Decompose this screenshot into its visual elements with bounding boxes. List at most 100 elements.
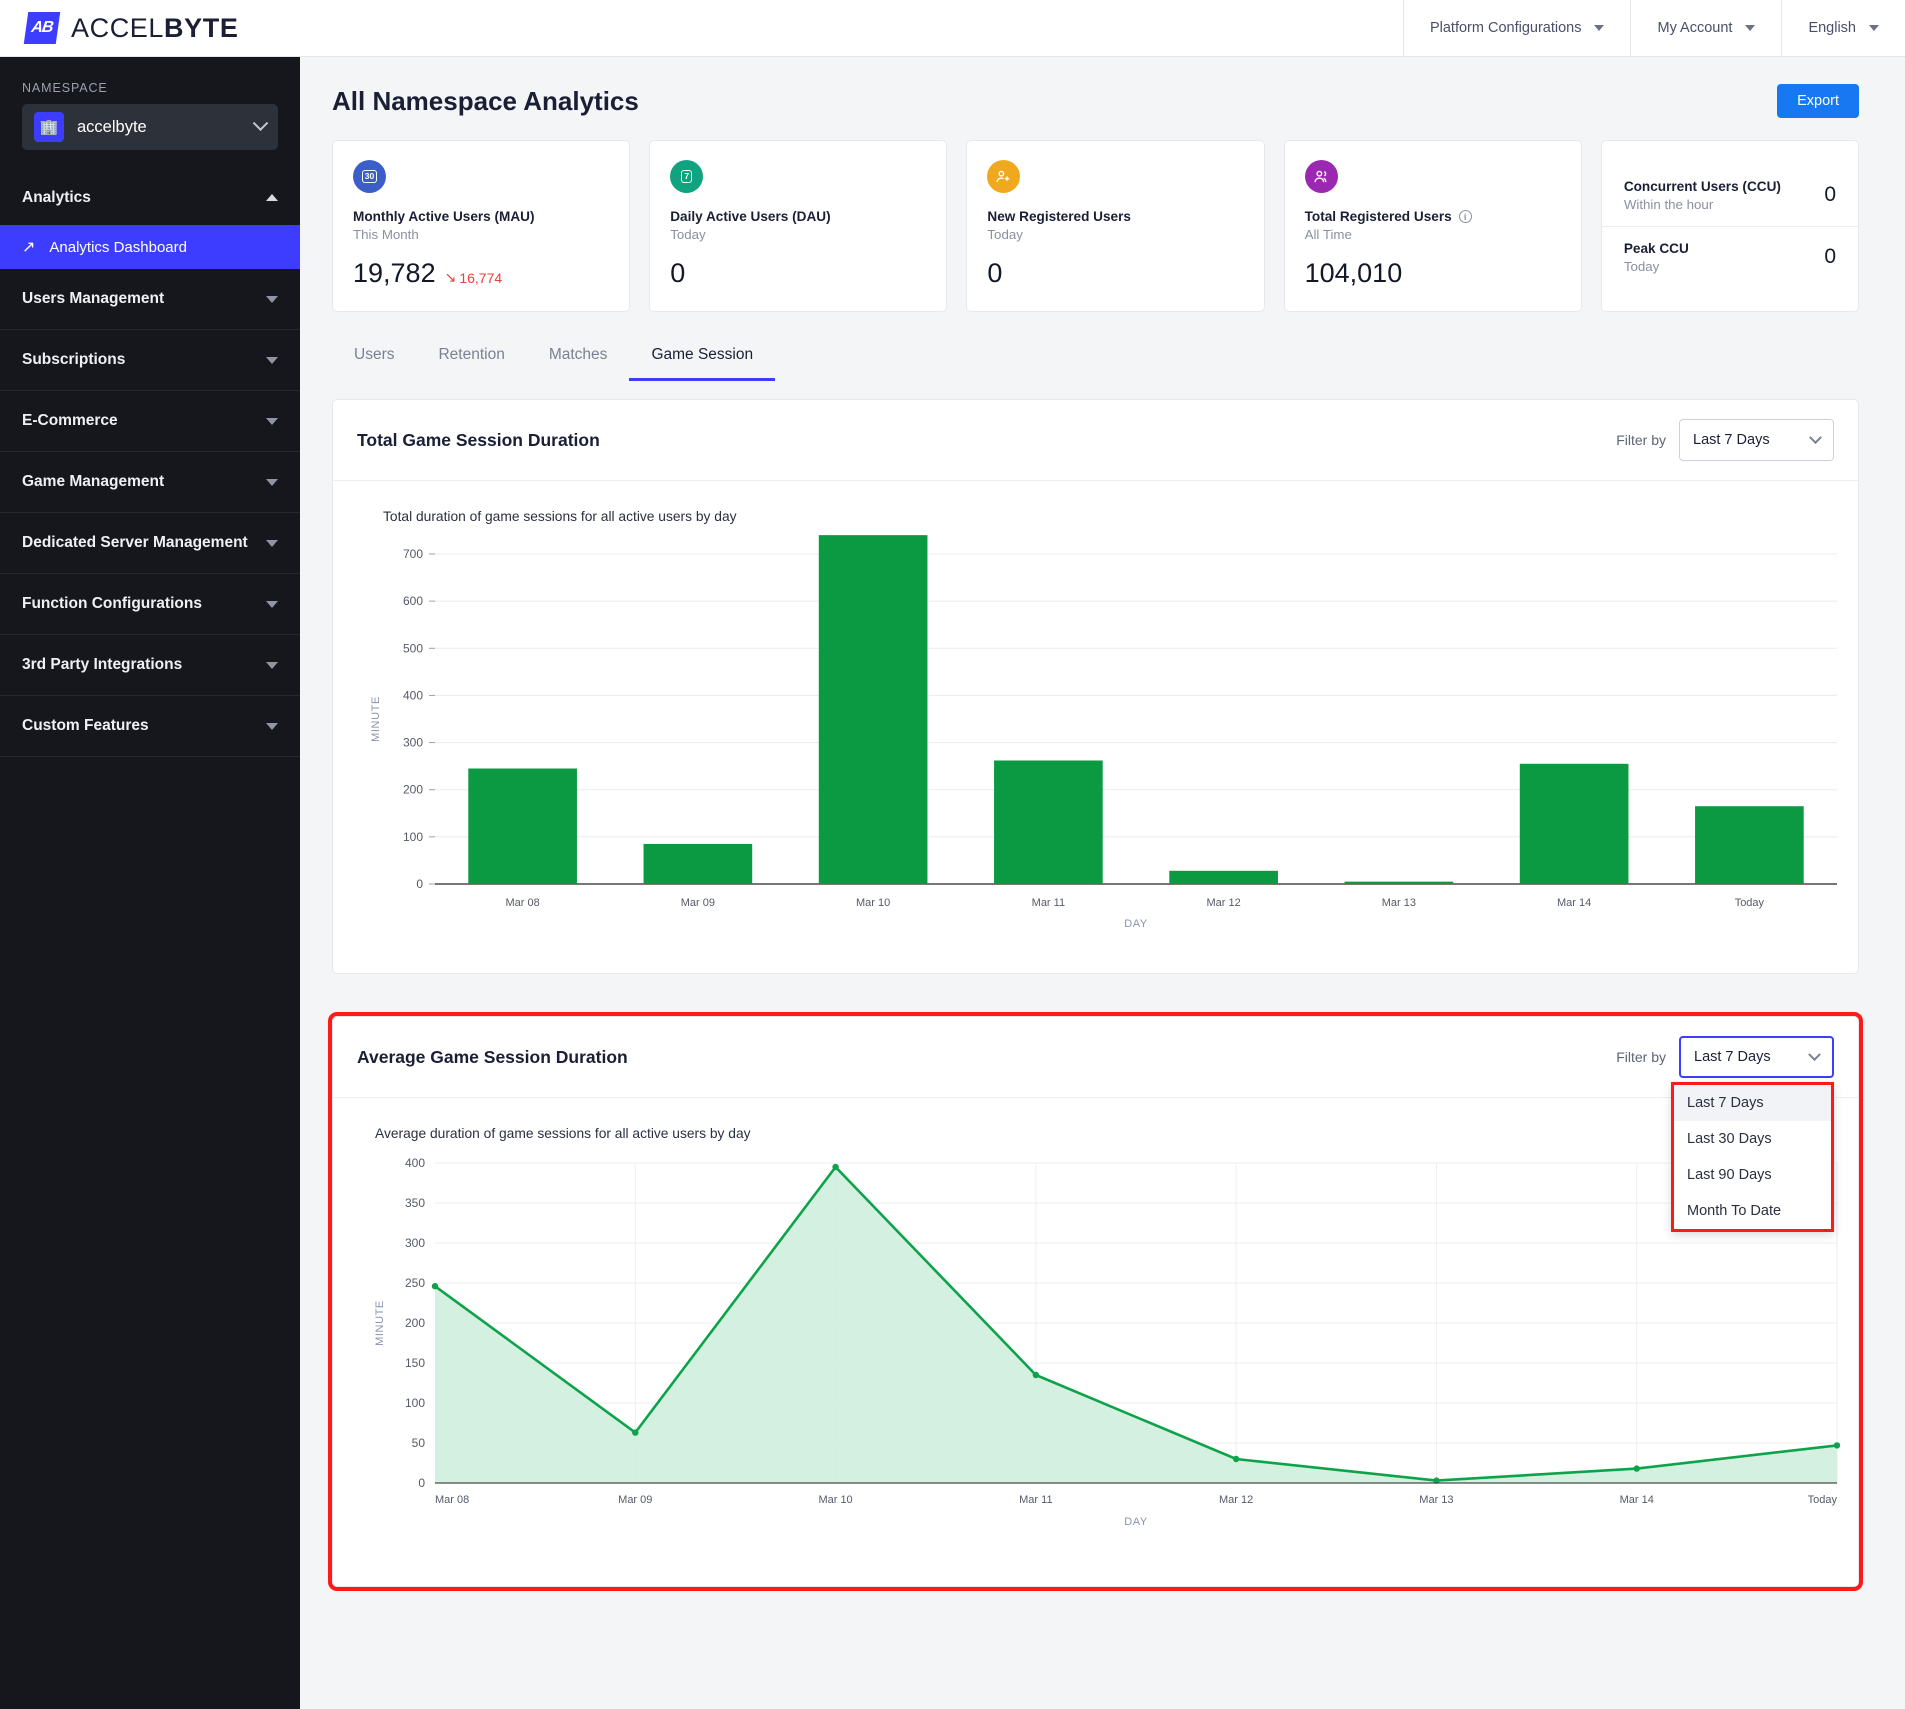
svg-text:50: 50 xyxy=(412,1436,426,1450)
kpi-value: 104,010 xyxy=(1304,258,1403,288)
chart-subtitle: Total duration of game sessions for all … xyxy=(383,509,737,524)
average-game-session-duration-card: Average Game Session Duration Filter by … xyxy=(328,1012,1863,1591)
calendar-7-icon: 7 xyxy=(670,160,704,193)
ccu-text: Concurrent Users (CCU) Within the hour xyxy=(1624,179,1825,212)
card-header: Average Game Session Duration Filter by … xyxy=(333,1017,1858,1232)
page-title: All Namespace Analytics xyxy=(332,85,639,116)
chevron-down-icon xyxy=(1809,430,1822,444)
card-body: Average duration of game sessions for al… xyxy=(333,1098,1858,1586)
filter-select-total[interactable]: Last 7 Days xyxy=(1679,419,1834,461)
tab-game-session[interactable]: Game Session xyxy=(629,346,776,381)
tab-retention[interactable]: Retention xyxy=(416,346,526,381)
svg-text:Mar 09: Mar 09 xyxy=(681,897,715,909)
kpi-cards: 30 Monthly Active Users (MAU) This Month… xyxy=(300,118,1905,312)
main-content: All Namespace Analytics Export 30 Monthl… xyxy=(300,57,1905,1709)
svg-text:350: 350 xyxy=(405,1196,425,1210)
chevron-down-icon xyxy=(266,539,278,547)
brand-name-light: ACCEL xyxy=(71,12,165,43)
svg-text:Mar 13: Mar 13 xyxy=(1382,897,1416,909)
kpi-delta-value: 16,774 xyxy=(459,269,503,286)
filter-label: Filter by xyxy=(1616,432,1666,448)
svg-text:0: 0 xyxy=(418,1476,425,1490)
users-group-icon xyxy=(1304,160,1338,193)
total-duration-bar-chart: 0 100 200 300 400 500 600 700 Mar 08 Mar 09 Mar 10… xyxy=(370,535,1837,930)
chevron-down-icon xyxy=(266,356,278,364)
accelbyte-mark-icon: AB xyxy=(23,12,61,44)
dropdown-option-month-to-date[interactable]: Month To Date xyxy=(1674,1193,1831,1229)
kpi-card-ccu: Concurrent Users (CCU) Within the hour 0… xyxy=(1600,140,1860,312)
ccu-row-peak: Peak CCU Today 0 xyxy=(1601,225,1859,288)
sidebar-group-subscriptions[interactable]: Subscriptions xyxy=(0,330,300,391)
svg-text:Mar 14: Mar 14 xyxy=(1557,897,1591,909)
dropdown-option-last-90-days[interactable]: Last 90 Days xyxy=(1674,1157,1831,1193)
svg-text:Mar 08: Mar 08 xyxy=(506,897,540,909)
svg-text:600: 600 xyxy=(403,594,423,608)
topnav-platform-configurations[interactable]: Platform Configurations xyxy=(1402,0,1631,57)
ccu-text: Peak CCU Today xyxy=(1624,241,1825,274)
chevron-up-icon xyxy=(266,194,278,201)
kpi-value-row: 104,010 xyxy=(1305,258,1561,289)
kpi-card-new-registered-users: New Registered Users Today 0 xyxy=(966,140,1265,312)
svg-text:150: 150 xyxy=(405,1356,425,1370)
sidebar-group-users-management[interactable]: Users Management xyxy=(0,269,300,330)
namespace-selector[interactable]: 🏢 accelbyte xyxy=(22,104,278,150)
kpi-value: 0 xyxy=(670,258,686,288)
brand-logo[interactable]: AB ACCELBYTE xyxy=(0,12,300,44)
filter-select-average[interactable]: Last 7 Days xyxy=(1679,1036,1834,1078)
sidebar-group-label: Game Management xyxy=(22,473,165,490)
kpi-value-row: 0 xyxy=(987,258,1243,289)
svg-text:DAY: DAY xyxy=(1124,918,1148,930)
sidebar-group-dedicated-server-management[interactable]: Dedicated Server Management xyxy=(0,513,300,574)
card-title: Average Game Session Duration xyxy=(357,1046,628,1067)
kpi-name: New Registered Users xyxy=(987,209,1243,224)
user-plus-svg xyxy=(996,170,1010,183)
kpi-name: Total Registered Users i xyxy=(1305,209,1561,224)
svg-text:500: 500 xyxy=(403,641,423,655)
sidebar-item-analytics-dashboard[interactable]: ↗ Analytics Dashboard xyxy=(0,225,300,269)
calendar-30-glyph: 30 xyxy=(361,170,378,183)
svg-text:Mar 13: Mar 13 xyxy=(1419,1494,1453,1506)
svg-text:250: 250 xyxy=(405,1276,425,1290)
ccu-period: Within the hour xyxy=(1623,196,1714,212)
svg-text:300: 300 xyxy=(403,736,423,750)
sidebar-group-e-commerce[interactable]: E-Commerce xyxy=(0,391,300,452)
card-header: Total Game Session Duration Filter by La… xyxy=(333,400,1858,481)
sidebar-group-label: Subscriptions xyxy=(22,351,126,368)
sidebar-group-label: Users Management xyxy=(22,290,165,307)
ccu-name-text: Concurrent Users (CCU) xyxy=(1623,178,1781,194)
calendar-30-icon: 30 xyxy=(353,160,386,193)
sidebar-group-analytics[interactable]: Analytics xyxy=(0,170,300,225)
svg-text:300: 300 xyxy=(405,1236,425,1250)
export-button[interactable]: Export xyxy=(1777,84,1859,118)
dropdown-option-last-30-days[interactable]: Last 30 Days xyxy=(1674,1121,1831,1157)
info-icon[interactable]: i xyxy=(1458,210,1472,223)
kpi-period: Today xyxy=(987,227,1023,242)
topnav-my-account[interactable]: My Account xyxy=(1630,0,1781,57)
filter-dropdown-menu: Last 7 Days Last 30 Days Last 90 Days Mo… xyxy=(1671,1082,1834,1232)
sidebar-group-game-management[interactable]: Game Management xyxy=(0,452,300,513)
svg-text:Mar 11: Mar 11 xyxy=(1019,1494,1052,1506)
sidebar-group-custom-features[interactable]: Custom Features xyxy=(0,696,300,757)
kpi-name-text: Monthly Active Users (MAU) xyxy=(353,209,535,224)
topnav-language[interactable]: English xyxy=(1781,0,1905,57)
kpi-period: All Time xyxy=(1304,227,1352,242)
topnav-label: English xyxy=(1808,20,1856,36)
filter-select-value: Last 7 Days xyxy=(1694,1049,1771,1065)
filter-control: Filter by Last 7 Days Last 7 Days Last 3… xyxy=(1616,1036,1834,1232)
svg-text:200: 200 xyxy=(405,1316,425,1330)
sidebar-group-function-configurations[interactable]: Function Configurations xyxy=(0,574,300,635)
building-icon: 🏢 xyxy=(34,112,64,142)
svg-text:200: 200 xyxy=(403,783,423,797)
tab-matches[interactable]: Matches xyxy=(527,346,630,381)
dropdown-option-last-7-days[interactable]: Last 7 Days xyxy=(1674,1085,1831,1121)
sidebar-item-label: Analytics Dashboard xyxy=(49,238,187,256)
chevron-down-icon xyxy=(252,114,269,131)
sidebar-group-3rd-party-integrations[interactable]: 3rd Party Integrations xyxy=(0,635,300,696)
chevron-down-icon xyxy=(1808,1047,1821,1061)
kpi-card-total-registered-users: Total Registered Users i All Time 104,01… xyxy=(1283,140,1582,312)
kpi-value: 19,782 xyxy=(353,258,436,288)
kpi-value: 0 xyxy=(987,258,1003,288)
user-plus-icon xyxy=(987,160,1021,193)
tab-users[interactable]: Users xyxy=(332,346,416,381)
